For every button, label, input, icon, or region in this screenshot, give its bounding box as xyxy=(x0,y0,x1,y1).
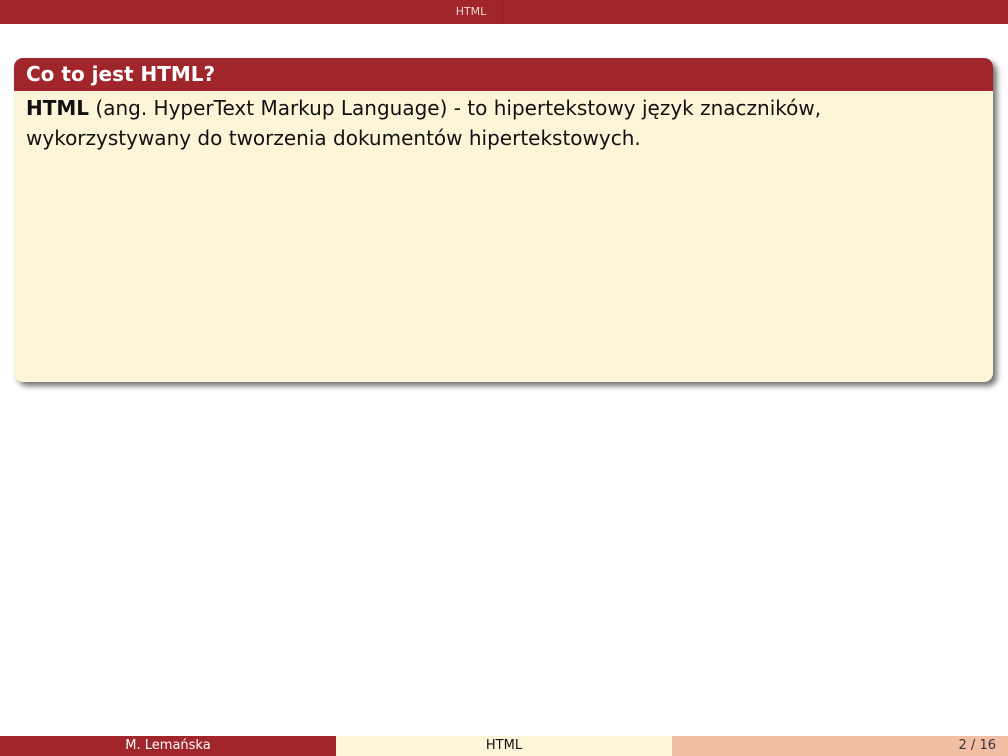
footer-title: HTML xyxy=(336,736,672,756)
footer-right-section: 2 / 16 xyxy=(672,736,1008,756)
definition-line-2: wykorzystywany do tworzenia dokumentów h… xyxy=(26,126,641,150)
header-section-title[interactable]: HTML xyxy=(440,0,503,24)
header-bar: HTML xyxy=(0,0,1008,24)
definition-block: Co to jest HTML? HTML (ang. HyperText Ma… xyxy=(14,58,993,382)
definition-term: HTML xyxy=(26,96,90,120)
definition-text-1: (ang. HyperText Markup Language) - to hi… xyxy=(89,96,822,120)
block-body: HTML (ang. HyperText Markup Language) - … xyxy=(14,91,993,153)
definition-line-1: HTML (ang. HyperText Markup Language) - … xyxy=(26,93,981,123)
footer-page-number: 2 / 16 xyxy=(958,738,996,753)
footer-author: M. Lemańska xyxy=(0,736,336,756)
block-title: Co to jest HTML? xyxy=(14,58,993,91)
footer: M. Lemańska HTML 2 / 16 xyxy=(0,736,1008,756)
